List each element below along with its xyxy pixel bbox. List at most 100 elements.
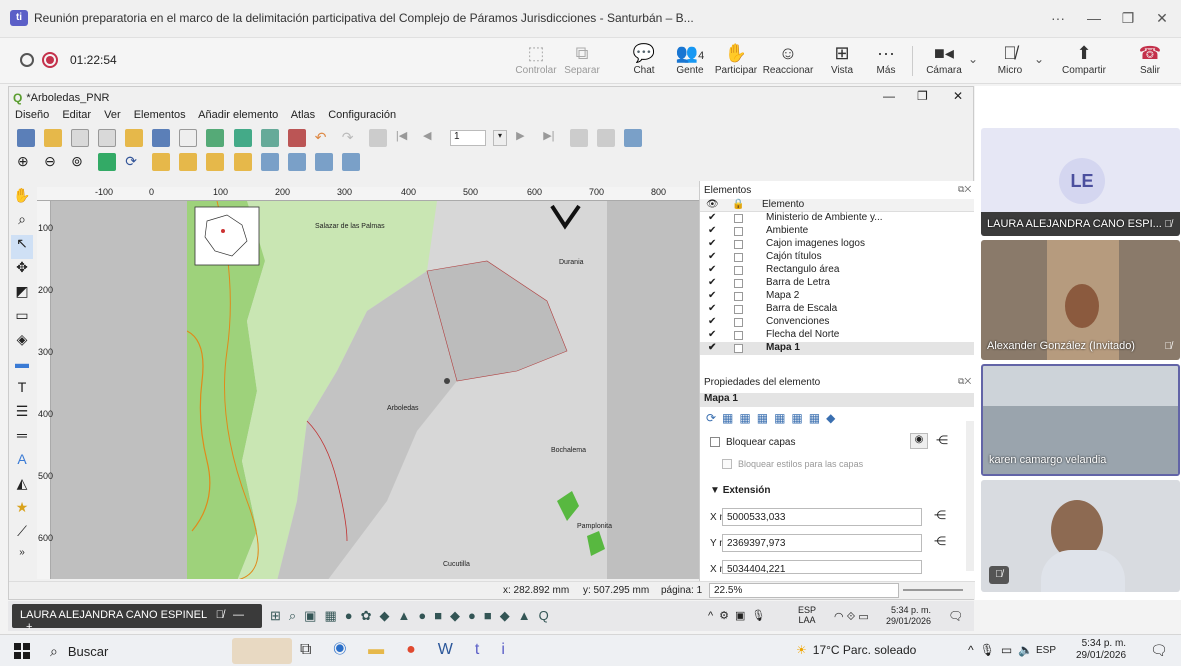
resize-icon[interactable] bbox=[341, 153, 360, 171]
more-options-icon[interactable]: ··· bbox=[1044, 6, 1072, 30]
save-template-icon[interactable] bbox=[152, 129, 171, 147]
add-scalebar-icon[interactable]: ═ bbox=[11, 427, 33, 451]
add-3d-map-icon[interactable]: ◈ bbox=[11, 331, 33, 355]
zoom-out-icon[interactable]: ⊖ bbox=[44, 153, 62, 171]
leave-button[interactable]: ☎ Salir bbox=[1124, 38, 1176, 84]
menu-diseno[interactable]: Diseño bbox=[15, 109, 49, 121]
map-properties-toolbar-icons[interactable]: ⟳▦▦▦▦▦▦◆ bbox=[706, 411, 841, 425]
menu-elementos[interactable]: Elementos bbox=[134, 109, 186, 121]
export-image-icon[interactable] bbox=[233, 129, 252, 147]
zoom-icon[interactable]: ⌕ bbox=[11, 211, 33, 235]
element-row-selected[interactable]: ✔ Mapa 1 bbox=[700, 342, 974, 355]
chrome-icon[interactable]: ● bbox=[406, 641, 438, 658]
distribute-icon[interactable] bbox=[314, 153, 333, 171]
zoom-input[interactable]: 22.5% bbox=[709, 583, 899, 598]
raise-icon[interactable] bbox=[260, 153, 279, 171]
file-explorer-icon[interactable]: ▬ bbox=[368, 641, 406, 658]
presenter-bar[interactable]: LAURA ALEJANDRA CANO ESPINEL 🎙̸ — + bbox=[12, 604, 262, 633]
expand-presenter-icon[interactable]: + bbox=[26, 621, 32, 633]
teams-icon[interactable]: ti bbox=[475, 641, 527, 658]
pan-icon[interactable]: ✋ bbox=[11, 187, 33, 211]
export-svg-icon[interactable] bbox=[260, 129, 279, 147]
duplicate-icon[interactable] bbox=[71, 129, 90, 147]
menu-configuracion[interactable]: Configuración bbox=[328, 109, 396, 121]
more-button[interactable]: ··· Más bbox=[860, 38, 912, 84]
restore-button[interactable]: ❐ bbox=[1114, 6, 1142, 30]
add-map-icon[interactable]: ▭ bbox=[11, 307, 33, 331]
extent-section[interactable]: ▼ Extensión bbox=[710, 485, 770, 496]
ymin-data-defined-icon[interactable]: ⋲ bbox=[934, 534, 946, 548]
word-icon[interactable]: W bbox=[438, 641, 475, 658]
element-row[interactable]: ✔ Convenciones bbox=[700, 316, 974, 329]
element-row[interactable]: ✔ Mapa 2 bbox=[700, 290, 974, 303]
manager-icon[interactable] bbox=[98, 129, 117, 147]
prev-feature-icon[interactable]: ◀ bbox=[423, 129, 441, 147]
atlas-page-input[interactable]: 1 bbox=[450, 130, 486, 146]
element-row[interactable]: ✔ Cajon imagenes logos bbox=[700, 238, 974, 251]
element-row[interactable]: ✔ Flecha del Norte bbox=[700, 329, 974, 342]
control-button[interactable]: ⬚ Controlar bbox=[510, 38, 562, 84]
add-polyline-icon[interactable]: ⟋ bbox=[11, 523, 33, 547]
redo-icon[interactable]: ↷ bbox=[342, 129, 360, 147]
add-north-arrow-icon[interactable]: A bbox=[11, 451, 33, 475]
add-shape-icon[interactable]: ◭ bbox=[11, 475, 33, 499]
participant-tile[interactable]: Alexander González (Invitado) 🎙̸ bbox=[981, 240, 1180, 360]
xmin-input[interactable]: 5000533,033 bbox=[722, 508, 922, 526]
participant-tile-active[interactable]: karen camargo velandia bbox=[981, 364, 1180, 476]
export-atlas-icon[interactable] bbox=[597, 129, 616, 147]
layout-canvas[interactable]: -100 0 100 200 300 400 500 600 700 800 1… bbox=[37, 187, 717, 579]
data-defined-icon[interactable]: ⋲ bbox=[936, 433, 948, 447]
group-icon[interactable] bbox=[206, 153, 225, 171]
atlas-page-dropdown[interactable]: ▾ bbox=[493, 130, 508, 146]
close-button[interactable]: ✕ bbox=[1148, 6, 1176, 30]
undo-icon[interactable]: ↶ bbox=[315, 129, 333, 147]
add-legend-icon[interactable]: ☰ bbox=[11, 403, 33, 427]
menu-atlas[interactable]: Atlas bbox=[291, 109, 315, 121]
pop-out-button[interactable]: ⧉ Separar bbox=[556, 38, 608, 84]
layer-theme-button[interactable]: ◉ bbox=[910, 433, 928, 449]
weather-widget[interactable]: ☀ 17°C Parc. soleado bbox=[796, 643, 916, 657]
edit-nodes-icon[interactable]: ◩ bbox=[11, 283, 33, 307]
notification-icon[interactable]: 🗨 bbox=[1150, 642, 1168, 659]
next-feature-icon[interactable]: ▶ bbox=[516, 129, 534, 147]
atlas-settings-icon[interactable] bbox=[368, 129, 387, 147]
map-item[interactable]: Salazar de las Palmas Durania Arboledas … bbox=[186, 200, 612, 579]
edge-icon[interactable]: ◉ bbox=[333, 641, 368, 658]
select-icon[interactable]: ↖ bbox=[11, 235, 33, 259]
panel-float-icon[interactable]: ⧉✕ bbox=[958, 184, 971, 195]
mic-button[interactable]: 🎙̸ Micro bbox=[984, 38, 1036, 84]
participant-tile[interactable]: LE LAURA ALEJANDRA CANO ESPI... 🎙̸ bbox=[981, 128, 1180, 236]
page-icon[interactable] bbox=[179, 129, 198, 147]
taskbar-search[interactable]: ⌕ Buscar bbox=[50, 638, 220, 664]
export-pdf-icon[interactable] bbox=[287, 129, 306, 147]
menu-anadir-elemento[interactable]: Añadir elemento bbox=[198, 109, 278, 121]
element-row[interactable]: ✔ Barra de Escala bbox=[700, 303, 974, 316]
xmin-data-defined-icon[interactable]: ⋲ bbox=[934, 508, 946, 522]
zoom-tool-icon[interactable] bbox=[624, 129, 643, 147]
minimize-presenter-icon[interactable]: — bbox=[233, 609, 244, 621]
ungroup-icon[interactable] bbox=[233, 153, 252, 171]
system-tray-icons[interactable]: ^🎙▭🔈 bbox=[968, 643, 1039, 657]
menu-ver[interactable]: Ver bbox=[104, 109, 121, 121]
qgis-restore-button[interactable]: ❐ bbox=[917, 89, 928, 103]
add-marker-icon[interactable]: ★ bbox=[11, 499, 33, 523]
new-layout-icon[interactable] bbox=[44, 129, 63, 147]
open-folder-icon[interactable] bbox=[125, 129, 144, 147]
task-view-icon[interactable]: ⧉ bbox=[300, 641, 333, 658]
lock-layers-checkbox[interactable] bbox=[710, 437, 720, 447]
menu-editar[interactable]: Editar bbox=[62, 109, 91, 121]
qgis-minimize-button[interactable]: — bbox=[883, 89, 895, 103]
input-language[interactable]: ESP bbox=[1036, 645, 1056, 656]
move-content-icon[interactable]: ✥ bbox=[11, 259, 33, 283]
element-row[interactable]: ✔ Barra de Letra bbox=[700, 277, 974, 290]
toolbox-more-icon[interactable]: » bbox=[11, 547, 33, 563]
refresh-icon[interactable]: ⟳ bbox=[125, 153, 143, 171]
mic-chevron-icon[interactable]: ⌄ bbox=[1034, 52, 1044, 66]
align-icon[interactable] bbox=[287, 153, 306, 171]
element-row[interactable]: ✔ Ambiente bbox=[700, 225, 974, 238]
people-button[interactable]: 👥4 Gente bbox=[664, 38, 716, 84]
raise-hand-button[interactable]: ✋ Participar bbox=[710, 38, 762, 84]
search-highlight-image[interactable] bbox=[232, 638, 292, 664]
zoom-100-icon[interactable]: ⊚ bbox=[71, 153, 89, 171]
camera-button[interactable]: ■◂ Cámara bbox=[918, 38, 970, 84]
